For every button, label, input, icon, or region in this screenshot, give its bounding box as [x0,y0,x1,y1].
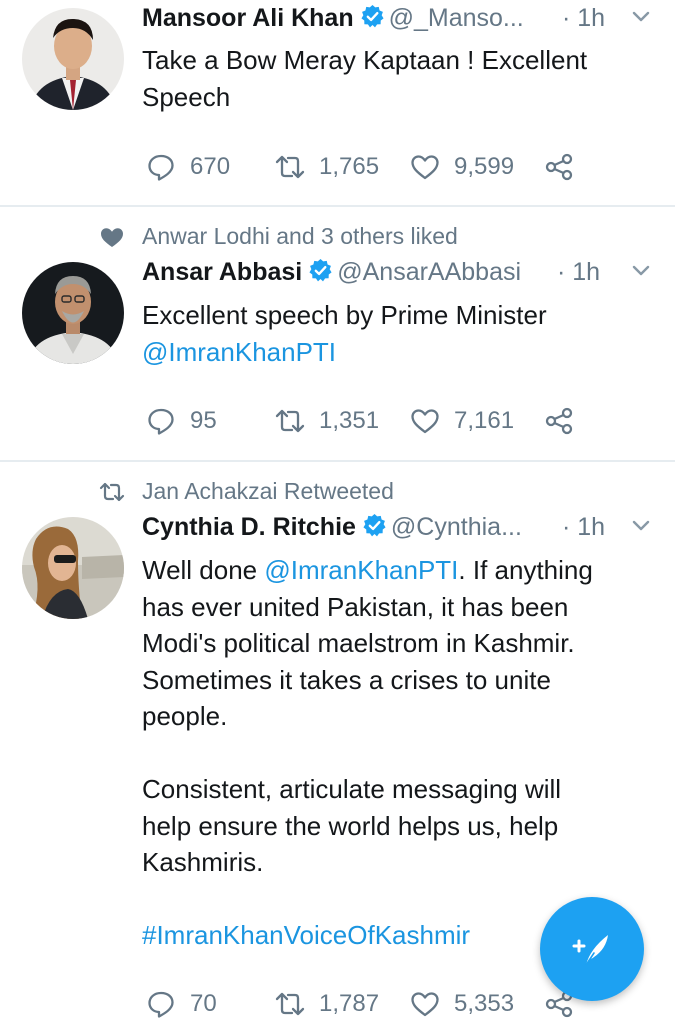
retweet-icon [99,482,125,502]
share-button[interactable] [544,406,574,436]
heart-icon [411,992,439,1017]
reply-icon [148,154,174,181]
tweet-time[interactable]: · 1h [562,4,605,33]
tweet-text: Take a Bow Meray Kaptaan ! Excellent Spe… [142,42,647,115]
tweet-text-segment: Take a Bow Meray Kaptaan ! Excellent Spe… [142,45,588,112]
share-icon [545,407,573,435]
reply-button[interactable]: 70 [146,989,217,1019]
like-button[interactable]: 7,161 [410,406,514,436]
like-button[interactable]: 9,599 [410,152,514,182]
retweet-count: 1,787 [319,990,380,1017]
reply-button[interactable]: 95 [146,406,217,436]
verified-badge-icon [309,259,332,282]
tweet-text-segment: Well done [142,555,265,585]
retweet-count: 1,765 [319,153,380,180]
avatar[interactable] [22,517,124,619]
heart-icon [101,228,123,247]
author-handle[interactable]: @Cynthia... [391,513,522,541]
share-icon [545,153,573,181]
chevron-down-icon[interactable] [631,10,651,24]
author-name[interactable]: Cynthia D. Ritchie [142,513,356,541]
tweet-header: Mansoor Ali Khan @_Manso... · 1h [142,4,651,38]
social-context-text: Anwar Lodhi and 3 others liked [142,223,458,249]
chevron-down-icon[interactable] [631,264,651,278]
heart-icon [411,409,439,434]
mention-link[interactable]: @ImranKhanPTI [264,555,458,585]
chevron-down-icon[interactable] [631,519,651,533]
avatar[interactable] [22,262,124,364]
reply-count: 95 [190,407,217,434]
compose-tweet-icon [572,935,608,966]
avatar[interactable] [22,8,124,110]
retweet-button[interactable]: 1,351 [275,406,379,436]
tweet-divider [0,205,675,207]
hashtag-link[interactable]: #ImranKhanVoiceOfKashmir [142,920,470,950]
social-context: Anwar Lodhi and 3 others liked [101,223,458,250]
author-name[interactable]: Ansar Abbasi [142,258,302,286]
mention-link[interactable]: @ImranKhanPTI [142,337,336,367]
tweet-time[interactable]: · 1h [562,513,605,542]
like-button[interactable]: 5,353 [410,989,514,1019]
like-count: 7,161 [454,407,515,434]
like-count: 5,353 [454,990,515,1017]
tweet-header: Ansar Abbasi @AnsarAAbbasi · 1h [142,258,651,292]
tweet-text-segment: Excellent speech by Prime Minister [142,300,547,330]
retweet-icon [275,992,305,1016]
like-count: 9,599 [454,153,515,180]
tweet-time[interactable]: · 1h [557,258,600,287]
compose-tweet-button[interactable] [540,897,644,1001]
retweet-button[interactable]: 1,765 [275,152,379,182]
reply-icon [148,408,174,435]
author-name[interactable]: Mansoor Ali Khan [142,4,354,32]
tweet-text-segment: . If anything has ever united Pakistan, … [142,555,593,877]
tweet-text: Excellent speech by Prime Minister @Imra… [142,297,647,370]
heart-icon [411,155,439,180]
share-button[interactable] [544,152,574,182]
verified-badge-icon [361,5,384,28]
retweet-count: 1,351 [319,407,380,434]
reply-icon [148,991,174,1018]
retweet-icon [275,409,305,433]
tweet-header: Cynthia D. Ritchie @Cynthia... · 1h [142,513,651,547]
social-context-text: Jan Achakzai Retweeted [142,478,394,504]
author-handle[interactable]: @_Manso... [389,4,524,32]
tweet-divider [0,460,675,462]
verified-badge-icon [363,514,386,537]
reply-count: 670 [190,153,231,180]
retweet-button[interactable]: 1,787 [275,989,379,1019]
author-handle[interactable]: @AnsarAAbbasi [337,258,521,286]
tweet-text: Well done @ImranKhanPTI. If anything has… [142,552,647,954]
reply-count: 70 [190,990,217,1017]
reply-button[interactable]: 670 [146,152,230,182]
social-context: Jan Achakzai Retweeted [99,478,394,505]
retweet-icon [275,155,305,179]
